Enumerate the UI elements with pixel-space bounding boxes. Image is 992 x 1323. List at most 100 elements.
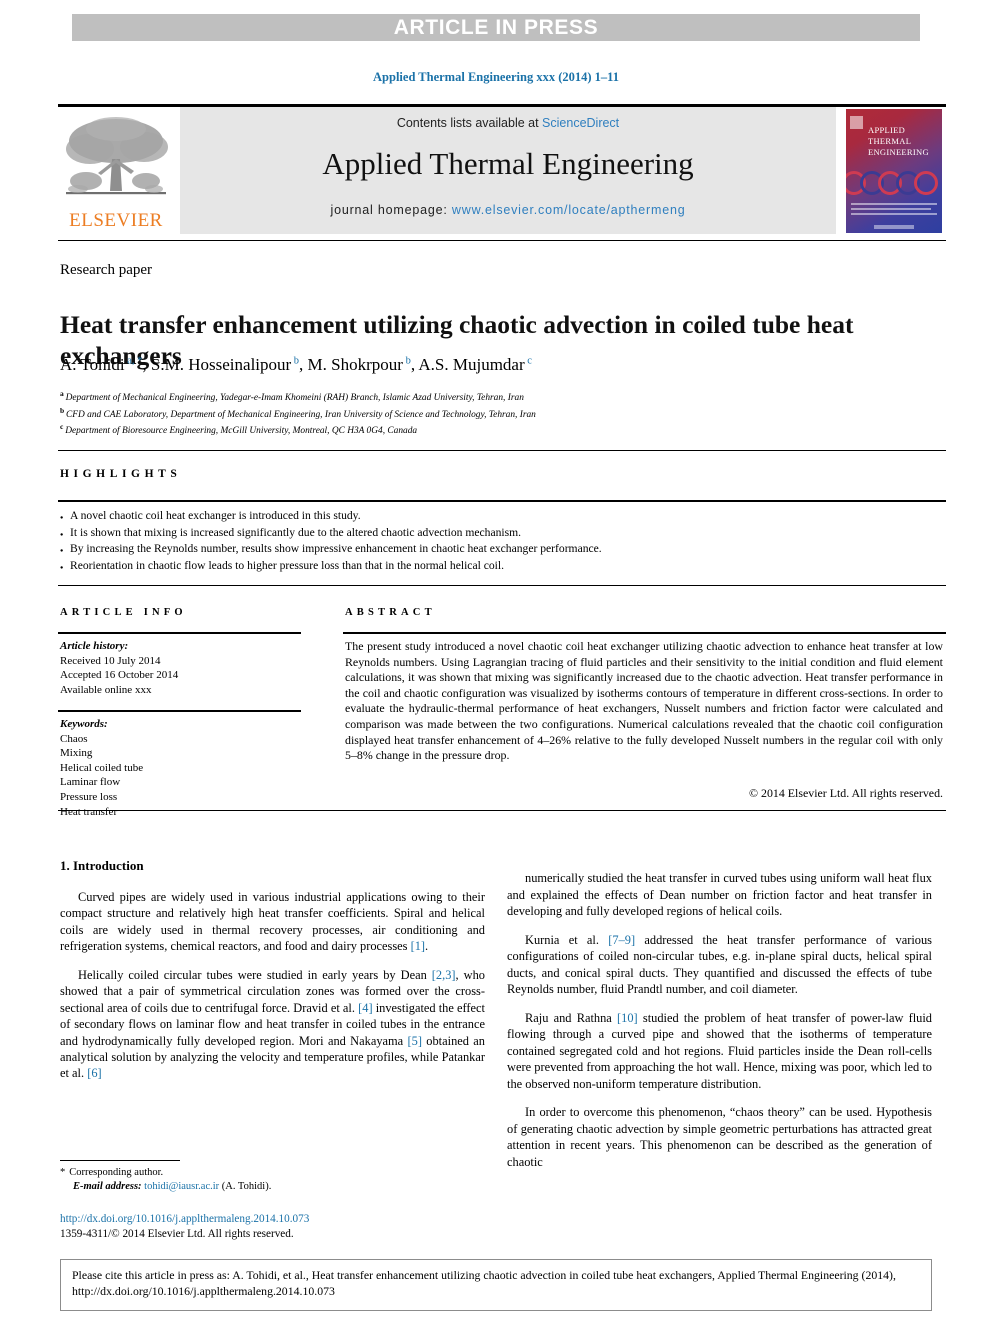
- body-paragraph: numerically studied the heat transfer in…: [507, 871, 932, 919]
- journal-citation-line: Applied Thermal Engineering xxx (2014) 1…: [373, 70, 619, 84]
- left-column-paragraphs: Curved pipes are widely used in various …: [60, 889, 485, 1082]
- cover-title-text: APPLIED THERMAL ENGINEERING: [868, 125, 929, 158]
- keywords-rule: [58, 710, 301, 712]
- corresponding-author-line: * Corresponding author.: [60, 1166, 490, 1180]
- issn-copyright-line: 1359-4311/© 2014 Elsevier Ltd. All right…: [60, 1228, 294, 1240]
- article-history-item: Available online xxx: [60, 683, 152, 696]
- article-in-press-label: ARTICLE IN PRESS: [393, 15, 599, 39]
- contents-prefix: Contents lists available at: [396, 116, 543, 130]
- author-name: M. Shokrpour: [307, 355, 403, 374]
- keyword-item: Pressure loss: [60, 790, 118, 803]
- abstract-copyright: © 2014 Elsevier Ltd. All rights reserved…: [749, 786, 943, 800]
- author-name: A. Tohidi: [60, 355, 125, 374]
- author-name: S.M. Hosseinalipour: [150, 355, 292, 374]
- citation-link[interactable]: [1]: [411, 939, 425, 953]
- article-history-block: Article history: Received 10 July 2014 Ac…: [60, 639, 310, 697]
- citation-link[interactable]: [7–9]: [608, 933, 635, 947]
- article-type-kicker: Research paper: [60, 262, 153, 278]
- email-line: E-mail address: tohidi@iausr.ac.ir (A. T…: [60, 1180, 490, 1194]
- author-affiliation-mark: b: [402, 355, 411, 367]
- sciencedirect-link[interactable]: ScienceDirect: [542, 116, 619, 130]
- email-link[interactable]: tohidi@iausr.ac.ir: [144, 1181, 219, 1192]
- elsevier-wordmark: ELSEVIER: [69, 210, 163, 231]
- keywords-block: Keywords: Chaos Mixing Helical coiled tube…: [60, 717, 310, 819]
- citation-link[interactable]: [4]: [358, 1001, 372, 1015]
- asterisk-icon: *: [60, 1167, 66, 1178]
- author-name: A.S. Mujumdar: [418, 355, 525, 374]
- keyword-item: Mixing: [60, 747, 93, 760]
- highlights-top-rule: [58, 450, 946, 451]
- body-paragraph: In order to overcome this phenomenon, “c…: [507, 1105, 932, 1169]
- corresponding-author-footnote: * Corresponding author. E-mail address: t…: [60, 1166, 490, 1194]
- keywords-label: Keywords:: [60, 718, 108, 730]
- highlights-heading: HIGHLIGHTS: [60, 468, 182, 480]
- journal-masthead: ELSEVIER Contents lists available at Sci…: [58, 104, 946, 234]
- homepage-prefix: journal homepage:: [330, 203, 452, 217]
- affiliation-item: b CFD and CAE Laboratory, Department of …: [60, 405, 536, 420]
- body-paragraph: Helically coiled circular tubes were stu…: [60, 968, 485, 1081]
- doi-link[interactable]: http://dx.doi.org/10.1016/j.applthermale…: [60, 1212, 490, 1227]
- cover-rings-graphic: [846, 171, 942, 197]
- journal-contents-box: Contents lists available at ScienceDirec…: [180, 107, 836, 234]
- journal-title: Applied Thermal Engineering: [322, 146, 694, 181]
- article-history-items: Received 10 July 2014 Accepted 16 October…: [60, 654, 310, 698]
- author-affiliation-mark: b: [291, 355, 300, 367]
- author-affiliation-mark: a, *: [124, 355, 143, 367]
- elsevier-logo: ELSEVIER: [58, 107, 176, 234]
- article-history-item: Accepted 16 October 2014: [60, 669, 179, 682]
- highlight-item: Reorientation in chaotic flow leads to h…: [60, 558, 940, 578]
- email-suffix: (A. Tohidi).: [221, 1181, 272, 1192]
- citation-link[interactable]: [5]: [408, 1034, 422, 1048]
- journal-homepage-line: journal homepage: www.elsevier.com/locat…: [180, 203, 836, 217]
- cover-elsevier-mark-icon: [850, 116, 863, 129]
- keyword-item: Heat transfer: [60, 805, 118, 818]
- journal-homepage-link[interactable]: www.elsevier.com/locate/apthermeng: [452, 203, 686, 217]
- article-in-press-banner: ARTICLE IN PRESS: [72, 14, 920, 41]
- highlights-bottom-rule: [58, 585, 946, 586]
- affiliation-item: a Department of Mechanical Engineering, …: [60, 389, 524, 404]
- affiliation-item: c Department of Bioresource Engineering,…: [60, 422, 418, 437]
- highlights-list: A novel chaotic coil heat exchanger is i…: [60, 508, 940, 578]
- email-label: E-mail address:: [73, 1181, 142, 1192]
- cover-footer-mark: [874, 225, 914, 229]
- keyword-item: Helical coiled tube: [60, 761, 144, 774]
- keywords-items: Chaos Mixing Helical coiled tube Laminar fl…: [60, 732, 310, 820]
- citation-link[interactable]: [6]: [87, 1066, 101, 1080]
- footnote-rule: [60, 1160, 180, 1161]
- cover-image: APPLIED THERMAL ENGINEERING: [846, 109, 942, 233]
- keyword-item: Laminar flow: [60, 776, 121, 789]
- doi-block: http://dx.doi.org/10.1016/j.applthermale…: [60, 1212, 490, 1242]
- article-history-item: Received 10 July 2014: [60, 654, 161, 667]
- abstract-rule: [343, 632, 946, 634]
- author-list: A. Tohidi a, *, S.M. Hosseinalipour b, M…: [60, 355, 532, 374]
- citation-link[interactable]: [10]: [617, 1011, 638, 1025]
- highlight-item: It is shown that mixing is increased sig…: [60, 525, 940, 545]
- author-affiliation-mark: c: [524, 355, 532, 367]
- cover-title-line2: THERMAL: [868, 136, 912, 146]
- right-column-paragraphs: numerically studied the heat transfer in…: [507, 870, 932, 1170]
- info-bottom-rule: [58, 810, 946, 811]
- article-info-rule: [58, 632, 301, 634]
- tree-svg: [66, 117, 168, 195]
- cover-title-line3: ENGINEERING: [868, 147, 929, 157]
- abstract-heading: ABSTRACT: [345, 607, 436, 618]
- article-history-label: Article history:: [60, 640, 129, 652]
- affiliation-list: a Department of Mechanical Engineering, …: [60, 388, 940, 438]
- cover-title-line1: APPLIED: [868, 125, 906, 135]
- masthead-bottom-rule: [58, 240, 946, 241]
- body-paragraph: Curved pipes are widely used in various …: [60, 890, 485, 954]
- body-column-right: numerically studied the heat transfer in…: [507, 858, 932, 1170]
- body-paragraph: Kurnia et al. [7–9] addressed the heat t…: [507, 933, 932, 997]
- journal-cover-thumbnail: APPLIED THERMAL ENGINEERING: [842, 107, 946, 234]
- highlights-mid-rule: [58, 500, 946, 502]
- article-info-heading: ARTICLE INFO: [60, 607, 187, 618]
- contents-available-line: Contents lists available at ScienceDirec…: [180, 107, 836, 130]
- cite-this-article-text: Please cite this article in press as: A.…: [72, 1268, 896, 1298]
- abstract-text: The present study introduced a novel cha…: [345, 639, 943, 763]
- cite-this-article-box: Please cite this article in press as: A.…: [60, 1259, 932, 1311]
- highlight-item: By increasing the Reynolds number, resul…: [60, 541, 940, 561]
- section-heading-introduction: 1. Introduction: [60, 858, 144, 873]
- body-column-left: 1. Introduction Curved pipes are widely …: [60, 858, 485, 1082]
- body-paragraph: Raju and Rathna [10] studied the problem…: [507, 1011, 932, 1091]
- citation-link[interactable]: [2,3]: [432, 968, 456, 982]
